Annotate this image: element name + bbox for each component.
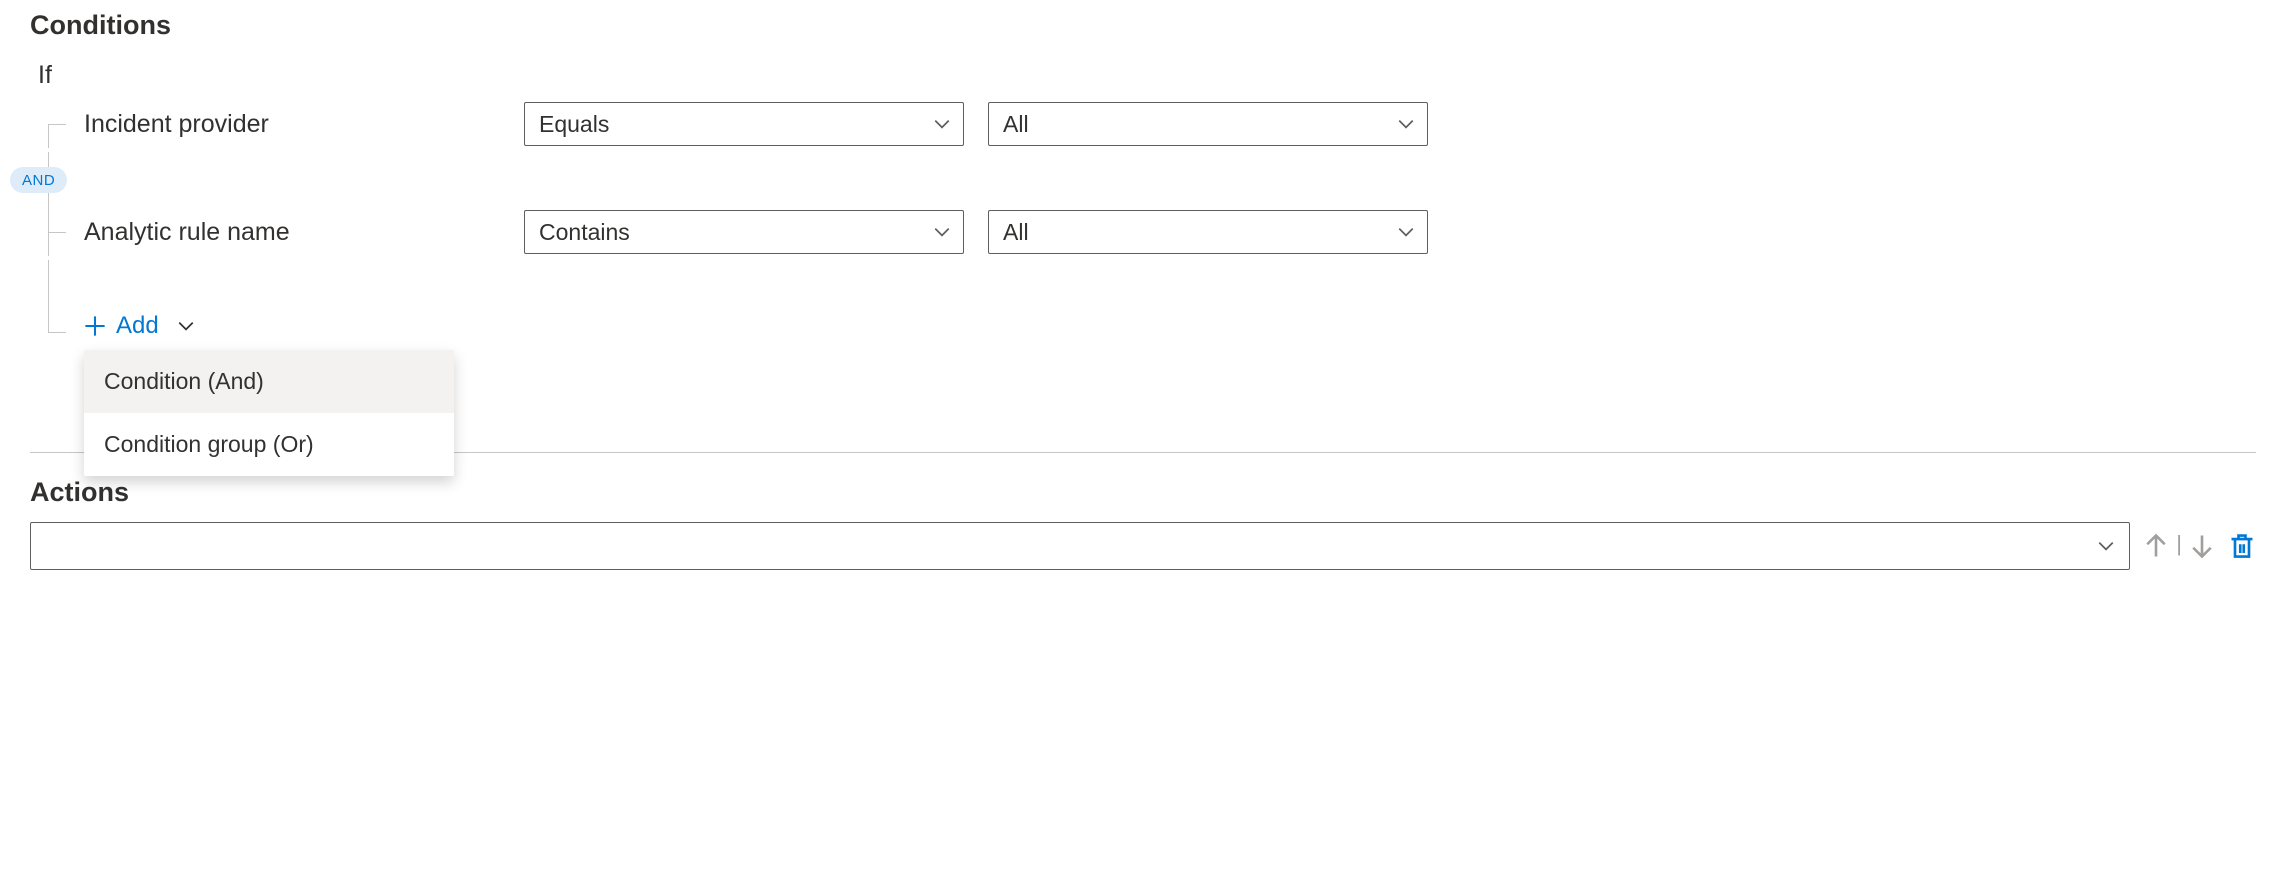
condition-field-label: Analytic rule name xyxy=(84,218,524,247)
arrow-down-icon xyxy=(2188,532,2216,560)
delete-action-button[interactable] xyxy=(2228,532,2256,560)
action-dropdown[interactable] xyxy=(30,522,2130,570)
operator-dropdown[interactable]: Equals xyxy=(524,102,964,146)
chevron-down-icon xyxy=(1397,223,1415,241)
chevron-down-icon xyxy=(933,223,951,241)
chevron-down-icon xyxy=(2097,537,2115,555)
value-dropdown[interactable]: All xyxy=(988,102,1428,146)
condition-field-label: Incident provider xyxy=(84,110,524,139)
and-operator-row: AND xyxy=(30,152,2256,208)
move-up-button xyxy=(2142,532,2170,560)
trash-icon xyxy=(2228,532,2256,560)
operator-dropdown-value: Contains xyxy=(539,219,630,246)
and-pill: AND xyxy=(10,167,67,193)
chevron-down-icon xyxy=(177,317,195,335)
add-condition-menu: Condition (And) Condition group (Or) xyxy=(84,350,454,476)
tree-connector xyxy=(48,100,84,148)
actions-row: | xyxy=(30,522,2256,570)
condition-row: Incident provider Equals All xyxy=(30,100,2256,148)
add-button-label: Add xyxy=(116,312,159,340)
move-down-button xyxy=(2188,532,2216,560)
actions-heading: Actions xyxy=(30,477,2256,508)
value-dropdown[interactable]: All xyxy=(988,210,1428,254)
condition-row: Analytic rule name Contains All xyxy=(30,208,2256,256)
value-dropdown-value: All xyxy=(1003,219,1029,246)
plus-icon xyxy=(84,315,106,337)
add-condition-button[interactable]: Add xyxy=(84,308,195,344)
tree-connector xyxy=(48,208,84,256)
operator-dropdown-value: Equals xyxy=(539,111,609,138)
separator: | xyxy=(2176,531,2182,557)
value-dropdown-value: All xyxy=(1003,111,1029,138)
add-menu-item-condition-group-or[interactable]: Condition group (Or) xyxy=(84,413,454,476)
arrow-up-icon xyxy=(2142,532,2170,560)
tree-spacer xyxy=(30,260,2256,308)
add-condition-row: Add Condition (And) Condition group (Or) xyxy=(30,308,2256,356)
tree-connector xyxy=(48,308,84,356)
chevron-down-icon xyxy=(933,115,951,133)
tree-connector xyxy=(48,260,84,308)
conditions-heading: Conditions xyxy=(30,10,2256,41)
operator-dropdown[interactable]: Contains xyxy=(524,210,964,254)
chevron-down-icon xyxy=(1397,115,1415,133)
add-menu-item-condition-and[interactable]: Condition (And) xyxy=(84,350,454,413)
if-label: If xyxy=(38,61,2256,90)
